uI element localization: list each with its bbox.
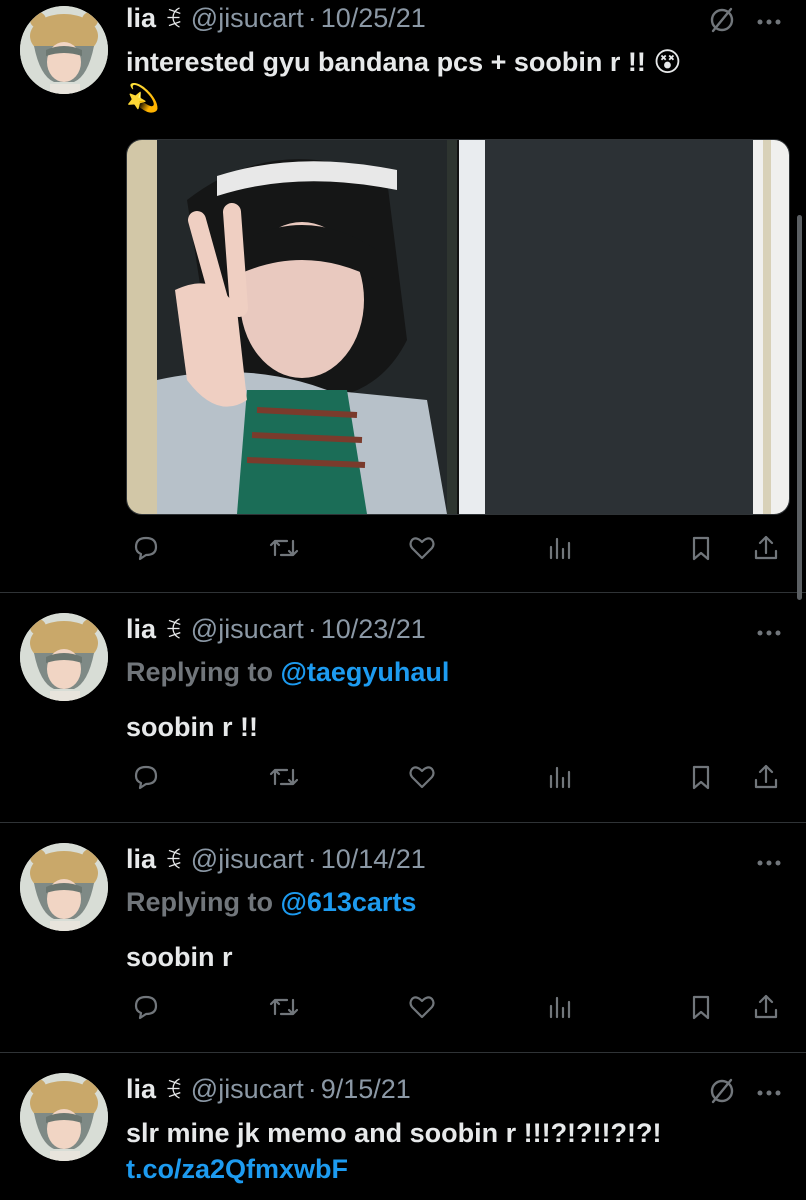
like-icon (409, 996, 435, 1019)
avatar-image (20, 1073, 108, 1161)
replying-to: Replying to @613carts (126, 887, 416, 918)
share-icon (754, 535, 778, 560)
tweet-3[interactable]: lia ꉂ @jisucart · 10/14/21 Replying to @… (0, 823, 806, 1051)
author-handle[interactable]: @jisucart (191, 844, 304, 875)
tweet-date[interactable]: 10/23/21 (321, 614, 426, 645)
bookmark-icon (692, 536, 710, 561)
replying-to: Replying to @taegyuhaul (126, 657, 449, 688)
photocard-image[interactable] (127, 140, 457, 514)
like-icon (409, 766, 435, 789)
views-button[interactable] (540, 987, 580, 1027)
retweet-icon (269, 539, 299, 557)
author-name[interactable]: lia (126, 614, 156, 645)
tweet-text-line-2: 💫 (126, 83, 160, 113)
name-decoration: ꉂ (164, 617, 183, 645)
grok-icon[interactable] (706, 4, 738, 41)
more-icon[interactable] (756, 14, 782, 32)
avatar[interactable] (20, 6, 108, 94)
author-handle[interactable]: @jisucart (191, 3, 304, 34)
bookmark-icon (692, 765, 710, 790)
like-button[interactable] (402, 987, 442, 1027)
bookmark-button[interactable] (681, 757, 721, 797)
tweet-actions (126, 757, 786, 797)
tweet-text-line: slr mine jk memo and soobin r !!!?!?!!?!… (126, 1118, 662, 1148)
retweet-icon (269, 998, 299, 1016)
bookmark-button[interactable] (681, 987, 721, 1027)
share-button[interactable] (746, 757, 786, 797)
avatar-image (20, 613, 108, 701)
name-decoration: ꉂ (164, 1077, 183, 1105)
bookmark-icon (692, 995, 710, 1020)
bookmark-button[interactable] (681, 528, 721, 568)
tweet-link[interactable]: t.co/za2QfmxwbF (126, 1151, 766, 1187)
replying-to-label: Replying to (126, 887, 273, 917)
author-handle[interactable]: @jisucart (191, 1074, 304, 1105)
tweet-text-line: interested gyu bandana pcs + soobin r !!… (126, 47, 682, 77)
reply-icon (134, 995, 158, 1020)
reply-icon (134, 536, 158, 561)
views-icon (549, 766, 571, 789)
like-button[interactable] (402, 757, 442, 797)
retweet-button[interactable] (264, 757, 304, 797)
tweet-date[interactable]: 10/25/21 (321, 3, 426, 34)
reply-button[interactable] (126, 528, 166, 568)
views-button[interactable] (540, 528, 580, 568)
share-icon (754, 764, 778, 789)
views-icon (549, 996, 571, 1019)
avatar-image (20, 843, 108, 931)
more-icon[interactable] (756, 625, 782, 643)
tweet-actions (126, 528, 786, 568)
tweet-date[interactable]: 10/14/21 (321, 844, 426, 875)
separator-dot: · (307, 843, 317, 874)
avatar[interactable] (20, 843, 108, 931)
author-name[interactable]: lia (126, 1074, 156, 1105)
tweet-text: interested gyu bandana pcs + soobin r !!… (126, 44, 766, 116)
retweet-button[interactable] (264, 987, 304, 1027)
share-button[interactable] (746, 987, 786, 1027)
author-name[interactable]: lia (126, 3, 156, 34)
scrollbar[interactable] (797, 215, 802, 600)
share-button[interactable] (746, 528, 786, 568)
tweet-text: slr mine jk memo and soobin r !!!?!?!!?!… (126, 1115, 766, 1187)
tweet-date[interactable]: 9/15/21 (321, 1074, 411, 1105)
name-decoration: ꉂ (164, 847, 183, 875)
separator-dot: · (307, 2, 317, 33)
tweet-text: soobin r !! (126, 712, 258, 742)
separator-dot: · (307, 613, 317, 644)
author-handle[interactable]: @jisucart (191, 614, 304, 645)
more-icon[interactable] (756, 1085, 782, 1103)
like-icon (409, 537, 435, 560)
avatar[interactable] (20, 1073, 108, 1161)
replying-to-mention[interactable]: @613carts (281, 887, 417, 917)
tweet-2[interactable]: lia ꉂ @jisucart · 10/23/21 Replying to @… (0, 593, 806, 821)
like-button[interactable] (402, 528, 442, 568)
tweet-actions (126, 987, 786, 1027)
tweet-1[interactable]: lia ꉂ @jisucart · 10/25/21 interested gy… (0, 0, 806, 592)
replying-to-label: Replying to (126, 657, 273, 687)
more-icon[interactable] (756, 855, 782, 873)
author-name[interactable]: lia (126, 844, 156, 875)
reply-button[interactable] (126, 757, 166, 797)
retweet-button[interactable] (264, 528, 304, 568)
name-decoration: ꉂ (164, 6, 183, 34)
avatar[interactable] (20, 613, 108, 701)
reply-button[interactable] (126, 987, 166, 1027)
reply-icon (134, 765, 158, 790)
retweet-icon (269, 768, 299, 786)
separator-dot: · (307, 1073, 317, 1104)
photocard-back-image[interactable] (459, 140, 789, 514)
avatar-image (20, 6, 108, 94)
views-icon (549, 537, 571, 560)
tweet-text: soobin r (126, 942, 233, 972)
tweet-media[interactable] (126, 139, 790, 515)
tweet-4[interactable]: lia ꉂ @jisucart · 9/15/21 slr mine jk me… (0, 1053, 806, 1200)
share-icon (754, 994, 778, 1019)
replying-to-mention[interactable]: @taegyuhaul (281, 657, 450, 687)
grok-icon[interactable] (706, 1075, 738, 1112)
views-button[interactable] (540, 757, 580, 797)
